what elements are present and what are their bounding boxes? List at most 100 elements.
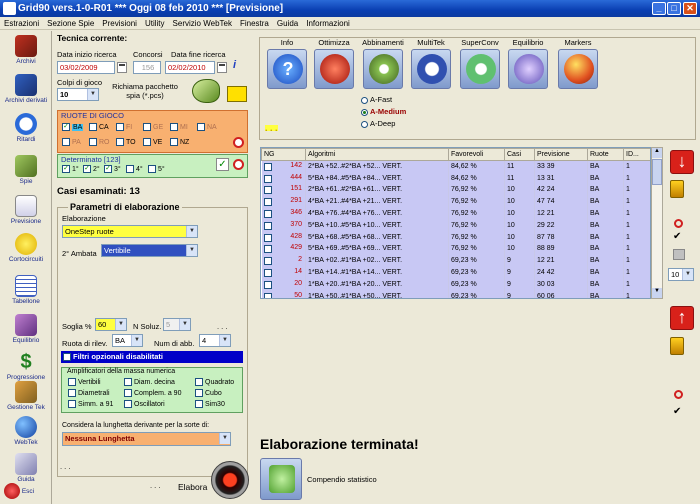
table-row[interactable]: 2 1*BA +02..#1*BA +02... VERT. 69,23 % 9 12 …: [261, 254, 650, 267]
row-checkbox[interactable]: [263, 174, 272, 183]
elabora-button[interactable]: [211, 461, 249, 499]
sidebar-item-previsione[interactable]: Previsione: [0, 195, 52, 225]
determinato-1[interactable]: ✓ 1°: [62, 165, 79, 173]
row-checkbox[interactable]: [263, 257, 272, 266]
row-checkbox[interactable]: [263, 221, 272, 230]
amp-diametrali[interactable]: Diametrali: [68, 389, 110, 397]
col-id[interactable]: ID...: [623, 148, 650, 161]
menu-utility[interactable]: Utility: [141, 17, 169, 30]
sidebar-item-guida[interactable]: Guida: [0, 453, 52, 483]
grid-scrollbar[interactable]: ▲ ▼: [651, 147, 663, 299]
sidebar-item-cortocircuiti[interactable]: Cortocircuiti: [0, 233, 52, 263]
scroll-down-icon[interactable]: ▼: [652, 288, 662, 298]
col-previsione[interactable]: Previsione: [534, 148, 588, 161]
soglia-dropdown[interactable]: 60 ▼: [95, 318, 127, 331]
sidebar-item-archivi[interactable]: Archivi: [0, 35, 52, 65]
table-row[interactable]: 429 5*BA +69..#5*BA +69... VERT. 76,92 % 10…: [261, 243, 650, 255]
scroll-up-icon[interactable]: ▲: [652, 148, 662, 158]
ruota-ro[interactable]: RO: [89, 138, 110, 146]
check-icon[interactable]: ✔: [673, 231, 681, 242]
amp-complem-90[interactable]: Complem. a 90: [124, 389, 181, 397]
menu-servizio-webtek[interactable]: Servizio WebTek: [169, 17, 236, 30]
nsoluz-dropdown[interactable]: 5 ▼: [163, 318, 191, 331]
determinato-4[interactable]: 4°: [126, 165, 143, 173]
clear-icon[interactable]: [674, 390, 683, 399]
col-algoritmi[interactable]: Algoritmi: [305, 148, 449, 161]
sidebar-item-webtek[interactable]: WebTek: [0, 416, 52, 446]
minimize-button[interactable]: _: [652, 2, 666, 15]
col-casi[interactable]: Casi: [504, 148, 535, 161]
amp-vertibili[interactable]: Vertibili: [68, 378, 101, 386]
sidebar-item-tabellone[interactable]: Tabellone: [0, 275, 52, 305]
tool-equilibrio-button[interactable]: [508, 49, 548, 89]
table-row[interactable]: 151 2*BA +61..#2*BA +61... VERT. 76,92 % 10…: [261, 184, 650, 196]
table-row[interactable]: 291 4*BA +21..#4*BA +21... VERT. 76,92 % 10…: [261, 195, 650, 208]
menu-previsioni[interactable]: Previsioni: [98, 17, 141, 30]
menu-guida[interactable]: Guida: [273, 17, 302, 30]
tool-multitek-button[interactable]: [411, 49, 451, 89]
concorsi-field[interactable]: 156: [133, 61, 161, 74]
col-ruote[interactable]: Ruote: [587, 148, 624, 161]
ruota-mi[interactable]: MI: [170, 123, 188, 131]
ruota-ca[interactable]: CA: [89, 123, 109, 131]
determinato-2[interactable]: ✓ 2°: [83, 165, 100, 173]
compendio-button[interactable]: [260, 458, 302, 500]
sidebar-item-esci[interactable]: Esci: [0, 483, 52, 500]
row-checkbox[interactable]: [263, 233, 272, 242]
clear-ruote-icon[interactable]: [233, 137, 244, 148]
tool-abbinamenti-button[interactable]: [363, 49, 403, 89]
scroll-thumb[interactable]: [652, 159, 662, 185]
row-checkbox[interactable]: [263, 210, 272, 219]
ruota-na[interactable]: NA: [197, 123, 217, 131]
menu-sezione-spie[interactable]: Sezione Spie: [43, 17, 98, 30]
bucket-icon[interactable]: [670, 337, 684, 355]
ruota-pa[interactable]: PA: [62, 138, 81, 146]
amp-diam-decina[interactable]: Diam. decina: [124, 378, 175, 386]
data-inizio-field[interactable]: 03/02/2009: [57, 61, 115, 74]
algo-option-deep[interactable]: A-Deep: [361, 118, 406, 130]
clear-determinato-icon[interactable]: [233, 159, 244, 170]
row-checkbox[interactable]: [263, 280, 272, 289]
move-down-button[interactable]: ↓: [670, 150, 694, 174]
close-button[interactable]: ✕: [683, 2, 697, 15]
tool-ottimizza-button[interactable]: [314, 49, 354, 89]
row-checkbox[interactable]: [263, 269, 272, 278]
lunghetta-dropdown[interactable]: Nessuna Lunghetta ▼: [62, 432, 231, 446]
ruota-ba[interactable]: ✓ BA: [62, 123, 84, 131]
ruota-ge[interactable]: GE: [143, 123, 163, 131]
amp-oscillatori[interactable]: Oscillatori: [124, 400, 165, 408]
determinato-3[interactable]: ✓ 3°: [104, 165, 121, 173]
elaborazione-dropdown[interactable]: OneStep ruote ▼: [62, 225, 198, 238]
tool-markers-button[interactable]: [558, 49, 598, 89]
menu-finestra[interactable]: Finestra: [236, 17, 273, 30]
move-up-button[interactable]: ↑: [670, 306, 694, 330]
calendar-icon[interactable]: [117, 62, 127, 73]
filtri-toggle[interactable]: Filtri opzionali disabilitati: [61, 351, 243, 363]
menu-informazioni[interactable]: Informazioni: [302, 17, 354, 30]
sidebar-item-ritardi[interactable]: Ritardi: [0, 113, 52, 143]
clear-icon[interactable]: [674, 219, 683, 228]
amp-sim30[interactable]: Sim30: [195, 400, 225, 408]
row-checkbox[interactable]: [263, 245, 272, 254]
ruota-to[interactable]: TO: [116, 138, 136, 146]
table-row[interactable]: 50 1*BA +50..#1*BA +50... VERT. 69,23 % 9 60…: [261, 290, 650, 298]
table-row[interactable]: 20 1*BA +20..#1*BA +20... VERT. 69,23 % 9 30…: [261, 278, 650, 291]
ruota-ve[interactable]: VE: [143, 138, 162, 146]
sidebar-item-equilibrio[interactable]: Equilibrio: [0, 314, 52, 344]
ambata-dropdown[interactable]: Vertibile ▼: [101, 244, 198, 257]
zoom-dropdown[interactable]: 10 ▼: [668, 268, 694, 281]
sidebar-item-archivi-derivati[interactable]: Archivi derivati: [0, 74, 52, 104]
amp-cubo[interactable]: Cubo: [195, 389, 222, 397]
row-checkbox[interactable]: [263, 198, 272, 207]
table-row[interactable]: 346 4*BA +76..#4*BA +76... VERT. 76,92 % 10…: [261, 207, 650, 220]
ruota-fi[interactable]: FI: [116, 123, 132, 131]
table-row[interactable]: 14 1*BA +14..#1*BA +14... VERT. 69,23 % 9 24…: [261, 266, 650, 279]
sidebar-item-progressione[interactable]: $ Progressione: [0, 351, 52, 381]
tool-superconv-button[interactable]: [460, 49, 500, 89]
calendar-icon[interactable]: [217, 62, 227, 73]
tool-info-button[interactable]: ?: [267, 49, 307, 89]
maximize-button[interactable]: □: [667, 2, 681, 15]
determinato-5[interactable]: 5°: [148, 165, 165, 173]
col-favorevoli[interactable]: Favorevoli: [448, 148, 505, 161]
algo-option-medium[interactable]: A-Medium: [361, 106, 406, 118]
